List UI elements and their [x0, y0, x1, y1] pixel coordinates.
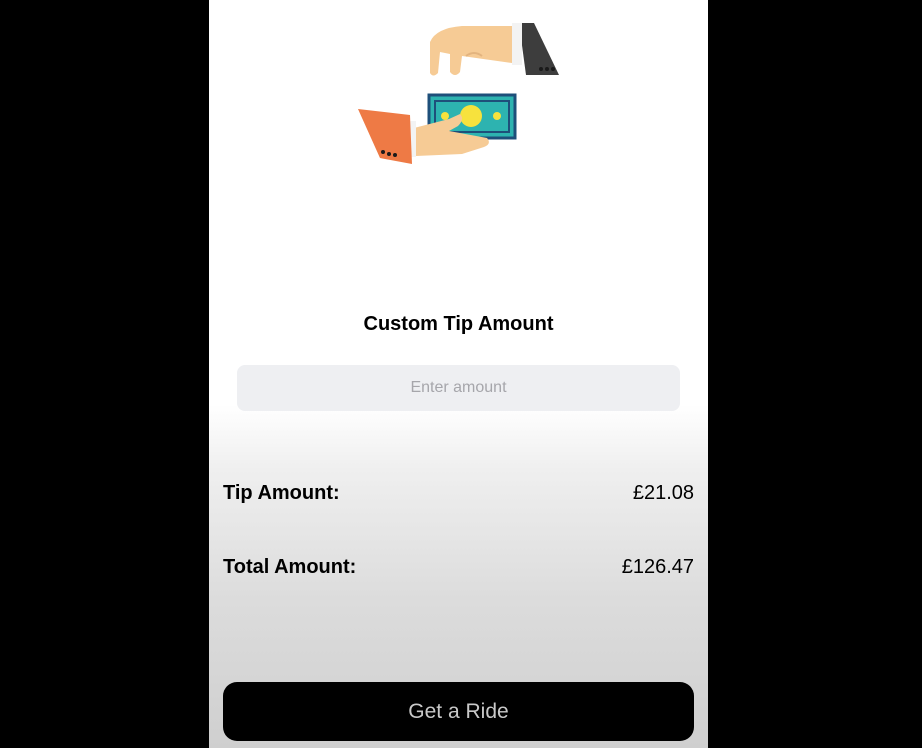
money-handover-illustration [358, 23, 559, 164]
get-a-ride-button[interactable]: Get a Ride [223, 682, 694, 741]
tip-amount-input[interactable] [237, 365, 680, 411]
custom-tip-title: Custom Tip Amount [363, 313, 554, 335]
total-amount-label: Total Amount: [223, 556, 357, 578]
tip-screen: Custom Tip Amount Tip Amount: £21.08 Tot… [209, 0, 708, 748]
tip-amount-label: Tip Amount: [223, 482, 340, 504]
total-amount-row: Total Amount: £126.47 [223, 556, 694, 579]
total-amount-value: £126.47 [621, 556, 694, 578]
get-a-ride-label: Get a Ride [408, 699, 509, 723]
tip-amount-row: Tip Amount: £21.08 [223, 482, 694, 505]
tip-amount-value: £21.08 [632, 482, 694, 504]
